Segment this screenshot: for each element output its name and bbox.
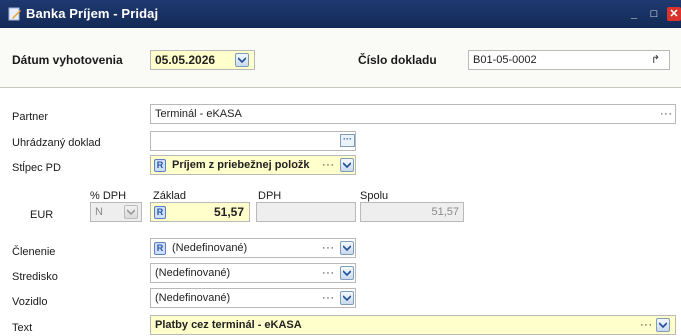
paid-document-field[interactable] (150, 131, 356, 151)
title-bar: Banka Príjem - Pridaj _ □ ✕ (0, 0, 681, 28)
paid-document-label: Uhrádzaný doklad (12, 137, 101, 149)
center-more-button[interactable]: ··· (322, 266, 335, 280)
form-body: Partner Terminál - eKASA ··· Uhrádzaný d… (0, 89, 681, 336)
window-title: Banka Príjem - Pridaj (26, 6, 159, 21)
minimize-button[interactable]: _ (627, 7, 641, 21)
document-edit-icon (8, 7, 21, 21)
close-button[interactable]: ✕ (667, 7, 681, 21)
column-dropdown-button[interactable] (340, 158, 354, 172)
center-label: Stredisko (12, 271, 58, 283)
date-label: Dátum vyhotovenia (12, 53, 123, 67)
partner-field[interactable]: Terminál - eKASA (150, 104, 676, 124)
vehicle-dropdown-button[interactable] (340, 291, 354, 305)
center-dropdown-button[interactable] (340, 266, 354, 280)
vat-header: DPH (258, 190, 282, 202)
chevron-down-icon (343, 162, 351, 168)
total-amount-field[interactable]: 51,57 (360, 202, 464, 222)
chevron-down-icon (659, 322, 667, 328)
chevron-down-icon (343, 270, 351, 276)
division-dropdown-button[interactable] (340, 241, 354, 255)
text-dropdown-button[interactable] (656, 318, 670, 332)
text-field[interactable]: Platby cez terminál - eKASA (150, 315, 676, 335)
vat-amount-field[interactable] (256, 202, 356, 222)
column-more-button[interactable]: ··· (322, 158, 335, 172)
reference-badge: R (154, 206, 166, 219)
vat-percent-dropdown-button[interactable] (124, 205, 138, 219)
vehicle-label: Vozidlo (12, 296, 48, 308)
base-header: Základ (153, 190, 187, 202)
vat-percent-header: % DPH (90, 190, 127, 202)
text-label: Text (12, 322, 33, 334)
column-label: Stĺpec PD (12, 162, 61, 174)
reference-badge: R (154, 159, 166, 172)
reference-badge: R (154, 242, 166, 255)
chevron-down-icon (343, 245, 351, 251)
chevron-down-icon (343, 295, 351, 301)
currency-label: EUR (30, 209, 54, 221)
paid-document-more-button[interactable]: ··· (340, 134, 355, 147)
link-arrow-icon[interactable]: ↱ (651, 53, 660, 66)
division-more-button[interactable]: ··· (322, 241, 335, 255)
chevron-down-icon (238, 57, 246, 63)
vehicle-more-button[interactable]: ··· (322, 291, 335, 305)
total-header: Spolu (360, 190, 389, 202)
partner-more-button[interactable]: ··· (660, 107, 673, 121)
text-more-button[interactable]: ··· (640, 318, 653, 332)
chevron-down-icon (127, 209, 135, 215)
partner-label: Partner (12, 111, 49, 123)
maximize-button[interactable]: □ (647, 7, 661, 21)
division-label: Členenie (12, 246, 56, 258)
date-dropdown-button[interactable] (235, 53, 249, 67)
document-number-field[interactable]: B01-05-0002 (468, 50, 670, 70)
document-number-label: Číslo dokladu (358, 53, 437, 67)
header-panel: Dátum vyhotovenia 05.05.2026 Číslo dokla… (0, 28, 681, 88)
